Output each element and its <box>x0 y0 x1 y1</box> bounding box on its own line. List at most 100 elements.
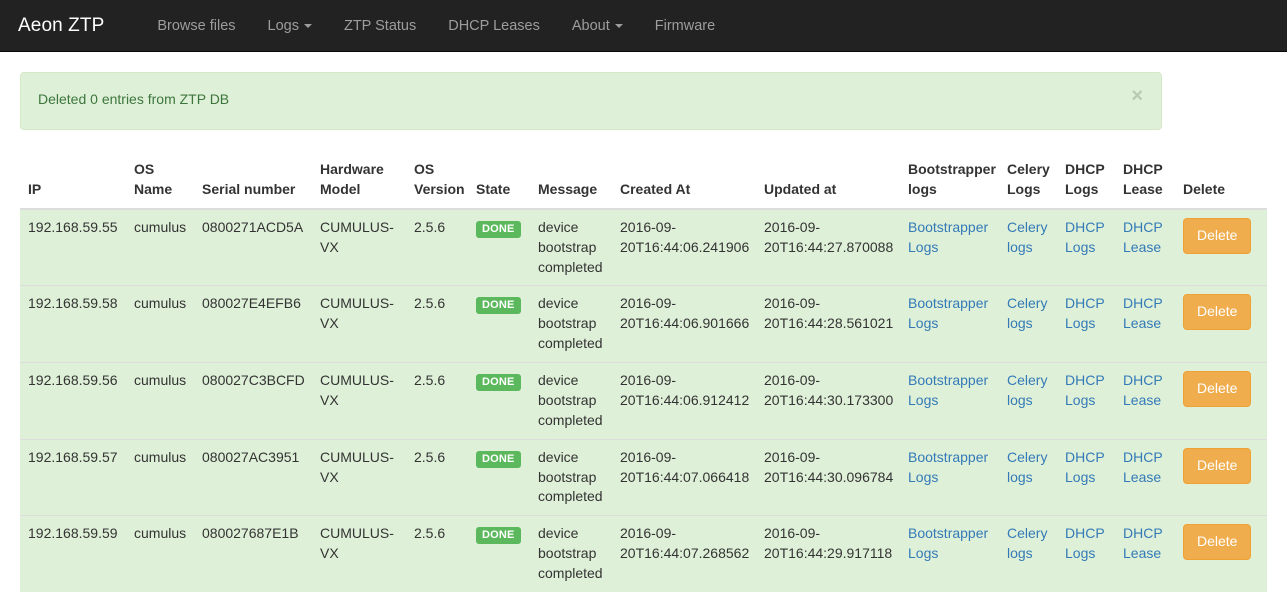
cell-hardware-model: CUMULUS-VX <box>312 438 406 516</box>
dhcp-logs-link[interactable]: DHCP Logs <box>1065 525 1104 561</box>
bootstrapper-logs-link[interactable]: Bootstrapper Logs <box>908 295 988 331</box>
cell-updated-at: 2016-09-20T16:44:30.096784 <box>756 438 900 516</box>
cell-created-at: 2016-09-20T16:44:07.268562 <box>612 515 756 592</box>
bootstrapper-logs-link[interactable]: Bootstrapper Logs <box>908 219 988 255</box>
column-header-updated-at: Updated at <box>756 152 900 210</box>
cell-updated-at: 2016-09-20T16:44:27.870088 <box>756 208 900 286</box>
navbar-brand[interactable]: Aeon ZTP <box>0 0 119 51</box>
delete-button[interactable]: Delete <box>1183 524 1252 561</box>
cell-created-at: 2016-09-20T16:44:06.901666 <box>612 285 756 363</box>
cell-created-at: 2016-09-20T16:44:07.066418 <box>612 438 756 516</box>
column-header-message: Message <box>530 152 612 210</box>
dhcp-lease-link[interactable]: DHCP Lease <box>1123 449 1162 485</box>
celery-logs-link[interactable]: Celery logs <box>1007 295 1047 331</box>
table-row: 192.168.59.59 cumulus 080027687E1B CUMULUS-… <box>20 515 1267 592</box>
bootstrapper-logs-link[interactable]: Bootstrapper Logs <box>908 449 988 485</box>
cell-os-version: 2.5.6 <box>406 515 468 592</box>
cell-celery-logs: Celery logs <box>999 285 1057 363</box>
cell-celery-logs: Celery logs <box>999 362 1057 440</box>
table-row: 192.168.59.55 cumulus 0800271ACD5A CUMULUS-… <box>20 208 1267 286</box>
cell-dhcp-lease: DHCP Lease <box>1115 515 1175 592</box>
cell-dhcp-lease: DHCP Lease <box>1115 362 1175 440</box>
column-header-celery-logs: Celery Logs <box>999 152 1057 210</box>
cell-hardware-model: CUMULUS-VX <box>312 285 406 363</box>
nav-item-about[interactable]: About <box>556 0 639 51</box>
cell-os-name: cumulus <box>126 285 194 363</box>
dhcp-lease-link[interactable]: DHCP Lease <box>1123 295 1162 331</box>
cell-os-name: cumulus <box>126 438 194 516</box>
cell-bootstrapper-logs: Bootstrapper Logs <box>900 362 999 440</box>
close-icon[interactable]: × <box>1131 86 1143 106</box>
ztp-status-table: IP OS Name Serial number Hardware Model OS V… <box>20 152 1267 592</box>
chevron-down-icon <box>303 23 312 28</box>
dhcp-logs-link[interactable]: DHCP Logs <box>1065 219 1104 255</box>
delete-button[interactable]: Delete <box>1183 294 1252 331</box>
dhcp-lease-link[interactable]: DHCP Lease <box>1123 525 1162 561</box>
cell-os-version: 2.5.6 <box>406 438 468 516</box>
cell-state: DONE <box>468 515 530 592</box>
cell-os-name: cumulus <box>126 515 194 592</box>
dhcp-logs-link[interactable]: DHCP Logs <box>1065 295 1104 331</box>
cell-hardware-model: CUMULUS-VX <box>312 362 406 440</box>
celery-logs-link[interactable]: Celery logs <box>1007 449 1047 485</box>
cell-hardware-model: CUMULUS-VX <box>312 208 406 286</box>
dhcp-lease-link[interactable]: DHCP Lease <box>1123 219 1162 255</box>
cell-delete: Delete <box>1175 285 1267 363</box>
ztp-status-table-wrapper: IP OS Name Serial number Hardware Model OS V… <box>20 152 1267 592</box>
cell-message: device bootstrap completed <box>530 438 612 516</box>
nav-item-dhcp-leases[interactable]: DHCP Leases <box>432 0 556 51</box>
cell-ip: 192.168.59.57 <box>20 438 126 516</box>
cell-dhcp-logs: DHCP Logs <box>1057 438 1115 516</box>
cell-dhcp-lease: DHCP Lease <box>1115 285 1175 363</box>
table-row: 192.168.59.56 cumulus 080027C3BCFD CUMULUS-… <box>20 362 1267 440</box>
table-head: IP OS Name Serial number Hardware Model OS V… <box>20 152 1267 210</box>
nav-item-firmware[interactable]: Firmware <box>639 0 731 51</box>
cell-delete: Delete <box>1175 438 1267 516</box>
celery-logs-link[interactable]: Celery logs <box>1007 525 1047 561</box>
main-navbar: Aeon ZTP Browse files Logs ZTP Status DHCP … <box>0 0 1287 52</box>
column-header-os-name: OS Name <box>126 152 194 210</box>
alert-message: Deleted 0 entries from ZTP DB <box>38 91 230 107</box>
nav-item-browse-files[interactable]: Browse files <box>141 0 251 51</box>
delete-button[interactable]: Delete <box>1183 447 1252 484</box>
cell-message: device bootstrap completed <box>530 362 612 440</box>
bootstrapper-logs-link[interactable]: Bootstrapper Logs <box>908 525 988 561</box>
cell-bootstrapper-logs: Bootstrapper Logs <box>900 515 999 592</box>
page-container: Deleted 0 entries from ZTP DB × IP OS Nam… <box>0 72 1287 592</box>
nav-item-label: Browse files <box>157 17 236 34</box>
cell-message: device bootstrap completed <box>530 208 612 286</box>
delete-button[interactable]: Delete <box>1183 371 1252 407</box>
nav-item-label: Logs <box>267 17 299 34</box>
status-badge: DONE <box>476 450 521 468</box>
table-header-row: IP OS Name Serial number Hardware Model OS V… <box>20 152 1267 210</box>
status-badge: DONE <box>476 297 521 315</box>
cell-ip: 192.168.59.58 <box>20 285 126 363</box>
cell-bootstrapper-logs: Bootstrapper Logs <box>900 208 999 286</box>
celery-logs-link[interactable]: Celery logs <box>1007 219 1047 255</box>
column-header-serial-number: Serial number <box>194 152 312 210</box>
bootstrapper-logs-link[interactable]: Bootstrapper Logs <box>908 372 988 408</box>
cell-delete: Delete <box>1175 208 1267 286</box>
nav-item-logs[interactable]: Logs <box>252 0 328 51</box>
column-header-state: State <box>468 152 530 210</box>
cell-updated-at: 2016-09-20T16:44:30.173300 <box>756 362 900 440</box>
dhcp-logs-link[interactable]: DHCP Logs <box>1065 372 1104 408</box>
delete-button[interactable]: Delete <box>1183 217 1252 254</box>
celery-logs-link[interactable]: Celery logs <box>1007 372 1047 408</box>
status-badge: DONE <box>476 220 521 238</box>
nav-item-ztp-status[interactable]: ZTP Status <box>328 0 432 51</box>
cell-serial-number: 080027C3BCFD <box>194 362 312 440</box>
cell-serial-number: 080027687E1B <box>194 515 312 592</box>
dhcp-lease-link[interactable]: DHCP Lease <box>1123 372 1162 408</box>
cell-serial-number: 0800271ACD5A <box>194 208 312 286</box>
cell-dhcp-lease: DHCP Lease <box>1115 208 1175 286</box>
cell-state: DONE <box>468 285 530 363</box>
nav-item-label: Firmware <box>654 17 716 34</box>
column-header-delete: Delete <box>1175 152 1267 210</box>
column-header-dhcp-logs: DHCP Logs <box>1057 152 1115 210</box>
cell-hardware-model: CUMULUS-VX <box>312 515 406 592</box>
navbar-links: Browse files Logs ZTP Status DHCP Leases Abo… <box>141 0 731 51</box>
cell-delete: Delete <box>1175 515 1267 592</box>
column-header-os-version: OS Version <box>406 152 468 210</box>
dhcp-logs-link[interactable]: DHCP Logs <box>1065 449 1104 485</box>
